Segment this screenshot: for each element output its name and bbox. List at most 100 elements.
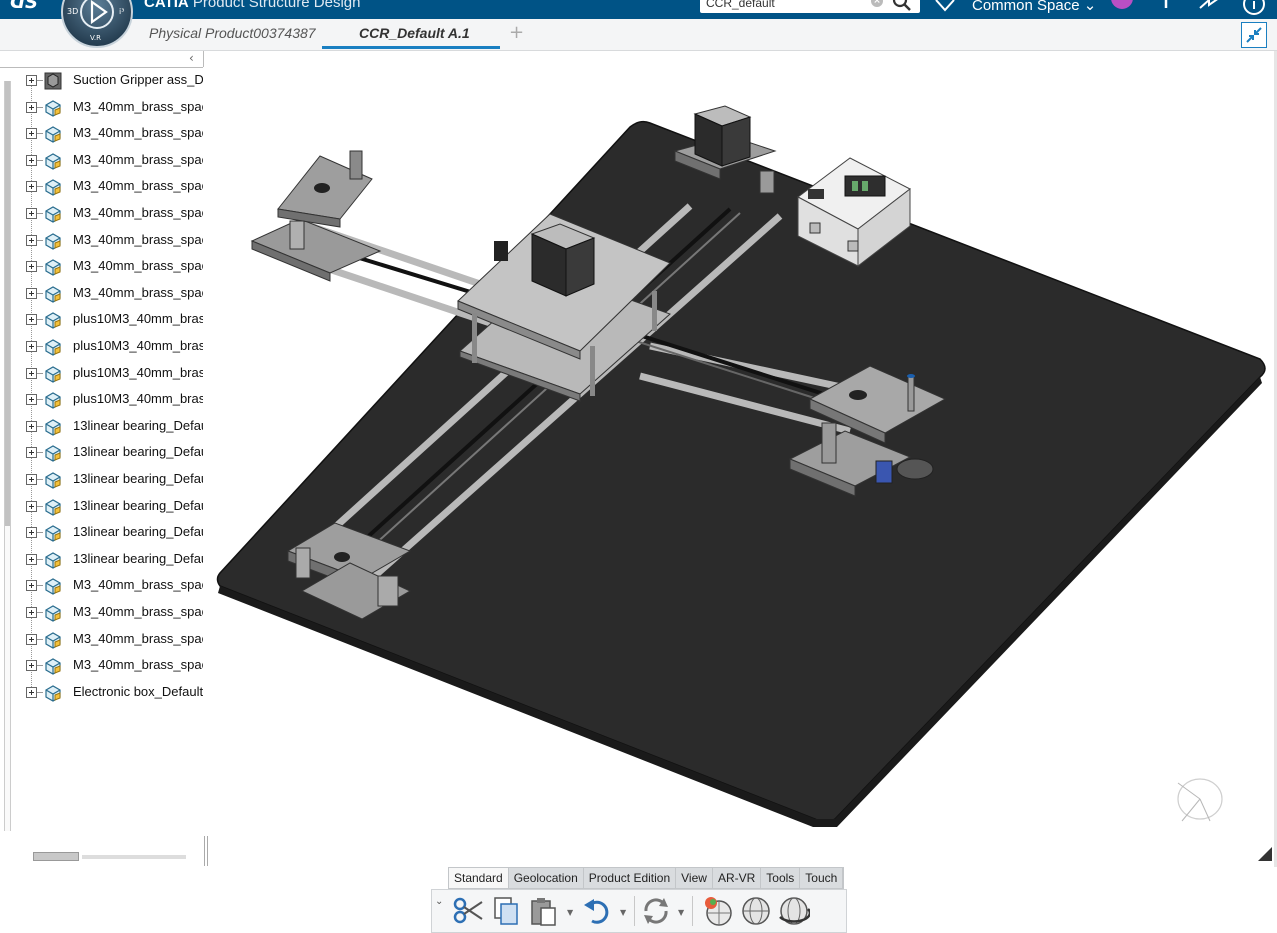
tree-node[interactable]: M3_40mm_brass_spacer <box>26 228 206 254</box>
part-icon <box>45 259 61 276</box>
tree-node[interactable]: Suction Gripper ass_Default <box>26 68 206 94</box>
add-icon[interactable] <box>1155 0 1177 16</box>
tree-node[interactable]: M3_40mm_brass_spacer <box>26 95 206 121</box>
compass-icon[interactable]: 3D i³ V.R <box>60 0 134 48</box>
expand-icon[interactable] <box>26 234 37 246</box>
tab-tools[interactable]: Tools <box>761 868 801 888</box>
fullscreen-button[interactable] <box>1241 22 1267 48</box>
expand-icon[interactable] <box>26 447 37 459</box>
expand-icon[interactable] <box>26 607 37 618</box>
expand-icon[interactable] <box>26 394 37 406</box>
3d-viewport[interactable] <box>210 51 1277 867</box>
panel-resize-handle[interactable] <box>204 836 208 866</box>
undo-icon[interactable] <box>582 895 614 927</box>
tree-node[interactable]: M3_40mm_brass_spacer <box>26 174 206 200</box>
tree-node[interactable]: plus10M3_40mm_brass <box>26 361 206 387</box>
search-input[interactable] <box>706 0 866 12</box>
undo-dropdown-icon[interactable]: ▼ <box>620 908 626 917</box>
cut-icon[interactable] <box>452 895 484 927</box>
paste-dropdown-icon[interactable]: ▼ <box>567 908 573 917</box>
search-box[interactable]: × <box>700 0 920 13</box>
expand-icon[interactable] <box>26 500 37 512</box>
tree-node[interactable]: Electronic box_Default <box>26 680 206 706</box>
tab-touch[interactable]: Touch <box>800 868 844 888</box>
copy-icon[interactable] <box>490 895 522 927</box>
chevron-down-icon[interactable]: ⌄ <box>435 896 443 907</box>
expand-icon[interactable] <box>26 474 37 485</box>
search-icon[interactable] <box>892 0 912 12</box>
expand-icon[interactable] <box>26 314 37 326</box>
tree-node[interactable]: plus10M3_40mm_brass <box>26 334 206 360</box>
expand-icon[interactable] <box>26 553 37 565</box>
tab-ccr-default[interactable]: CCR_Default A.1 <box>359 25 470 41</box>
expand-icon[interactable] <box>26 208 37 219</box>
help-icon[interactable] <box>1242 0 1268 18</box>
expand-icon[interactable] <box>26 367 37 379</box>
cnc-gantry-model[interactable] <box>210 51 1277 867</box>
expand-icon[interactable] <box>26 686 37 698</box>
tree-node[interactable]: M3_40mm_brass_spacer <box>26 121 206 147</box>
expand-icon[interactable] <box>26 128 37 140</box>
expand-icon[interactable] <box>26 261 37 273</box>
favorite-icon[interactable] <box>933 0 957 16</box>
render-style-icon[interactable] <box>702 895 734 927</box>
expand-icon[interactable] <box>26 181 37 193</box>
paste-icon[interactable] <box>528 895 560 927</box>
rotate-sphere-icon[interactable] <box>778 895 810 927</box>
tree-node[interactable]: 13linear bearing_Default <box>26 547 206 573</box>
part-icon <box>45 365 61 383</box>
tree-node[interactable]: M3_40mm_brass_spacer <box>26 573 206 599</box>
share-icon[interactable] <box>1197 0 1223 16</box>
tree-horizontal-scrollbar[interactable] <box>33 852 186 861</box>
tree-node[interactable]: plus10M3_40mm_brass <box>26 307 206 333</box>
expand-icon[interactable] <box>26 101 37 113</box>
expand-icon[interactable] <box>26 154 37 166</box>
horizontal-scroll-thumb[interactable] <box>33 852 79 861</box>
dassault-logo-icon[interactable]: ꓷS <box>10 0 38 13</box>
base-plate[interactable] <box>216 120 1266 827</box>
expand-icon[interactable] <box>26 341 37 352</box>
collapse-panel-icon[interactable]: ‹ <box>189 51 194 65</box>
add-tab-icon[interactable]: + <box>509 22 524 43</box>
expand-icon[interactable] <box>26 660 37 672</box>
update-dropdown-icon[interactable]: ▼ <box>678 908 684 917</box>
tree-node[interactable]: 13linear bearing_Default <box>26 467 206 493</box>
tree-node[interactable]: M3_40mm_brass_spacer <box>26 627 206 653</box>
expand-icon[interactable] <box>26 633 37 645</box>
tree-node[interactable]: M3_40mm_brass_spacer <box>26 600 206 626</box>
part-icon <box>45 419 61 436</box>
tab-physical-product[interactable]: Physical Product00374387 <box>149 25 316 41</box>
horizontal-scroll-track[interactable] <box>82 855 186 859</box>
tab-geolocation[interactable]: Geolocation <box>509 868 584 888</box>
tree-node[interactable]: M3_40mm_brass_spacer <box>26 281 206 307</box>
tree-node[interactable]: 13linear bearing_Default <box>26 520 206 546</box>
tree-node[interactable]: M3_40mm_brass_spacer <box>26 653 206 679</box>
tree-scroll-thumb[interactable] <box>5 81 10 526</box>
tree-node[interactable]: M3_40mm_brass_spacer <box>26 254 206 280</box>
expand-icon[interactable] <box>26 287 37 299</box>
tree-node[interactable]: 13linear bearing_Default <box>26 494 206 520</box>
tree-node[interactable]: M3_40mm_brass_spacer <box>26 148 206 174</box>
end-plate-back-left[interactable] <box>250 150 382 282</box>
tree-node[interactable]: 13linear bearing_Default <box>26 414 206 440</box>
tree-node[interactable]: M3_40mm_brass_spacer <box>26 201 206 227</box>
tree-node[interactable]: plus10M3_40mm_brass <box>26 387 206 413</box>
expand-icon[interactable] <box>26 75 37 86</box>
tree-node[interactable]: 13linear bearing_Default <box>26 440 206 466</box>
user-avatar[interactable] <box>1109 0 1135 12</box>
collaborative-space-selector[interactable]: Common Space ⌄ <box>972 0 1096 14</box>
sphere-icon[interactable] <box>740 895 772 927</box>
app-title: CATIA Product Structure Design <box>144 0 360 11</box>
update-icon[interactable] <box>640 895 672 927</box>
expand-icon[interactable] <box>26 580 37 592</box>
expand-icon[interactable] <box>26 420 37 432</box>
tree-node-label: plus10M3_40mm_brass <box>73 364 203 380</box>
tab-view[interactable]: View <box>676 868 713 888</box>
tab-product-edition[interactable]: Product Edition <box>584 868 677 888</box>
tab-standard[interactable]: Standard <box>449 868 509 888</box>
resize-corner-icon[interactable] <box>1258 845 1274 863</box>
tree-node-label: 13linear bearing_Default <box>73 550 203 566</box>
tab-ar-vr[interactable]: AR-VR <box>713 868 762 888</box>
expand-icon[interactable] <box>26 527 37 539</box>
clear-search-icon[interactable]: × <box>871 0 883 7</box>
